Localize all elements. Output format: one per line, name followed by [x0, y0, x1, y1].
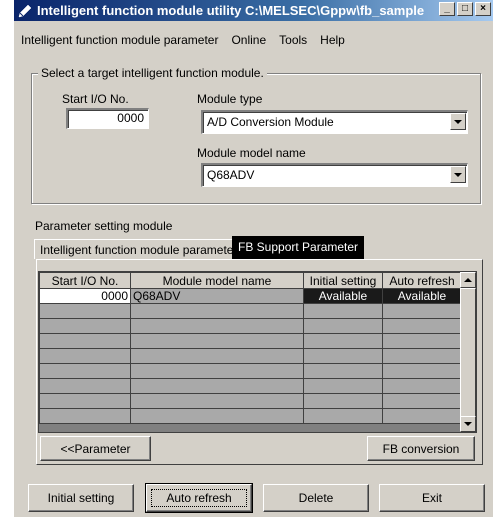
cell-start-io[interactable]: 0000	[39, 288, 131, 304]
column-header-module-model-name[interactable]: Module model name	[130, 272, 304, 289]
chevron-up-icon	[464, 278, 472, 282]
cell-auto-refresh[interactable]	[382, 363, 462, 379]
scroll-thumb[interactable]	[460, 288, 476, 418]
table-row[interactable]	[39, 393, 462, 409]
cell-auto-refresh[interactable]	[382, 318, 462, 334]
cell-module-model-name[interactable]	[130, 303, 304, 319]
initial-setting-button[interactable]: Initial setting	[28, 484, 134, 512]
cell-module-model-name[interactable]	[130, 333, 304, 349]
table-row[interactable]	[39, 333, 462, 349]
cell-auto-refresh[interactable]	[382, 393, 462, 409]
cell-auto-refresh[interactable]	[382, 408, 462, 424]
close-button[interactable]: ×	[475, 2, 491, 16]
cell-start-io[interactable]	[39, 408, 131, 424]
cell-auto-refresh[interactable]	[382, 333, 462, 349]
chevron-down-icon	[464, 422, 472, 426]
cell-start-io[interactable]	[39, 303, 131, 319]
chevron-down-icon	[454, 119, 462, 124]
module-type-label: Module type	[197, 92, 263, 106]
cell-module-model-name[interactable]	[130, 393, 304, 409]
module-type-value: A/D Conversion Module	[207, 115, 334, 129]
menu-intelligent-function-module-parameter[interactable]: Intelligent function module parameter	[14, 33, 224, 47]
auto-refresh-button[interactable]: Auto refresh	[145, 483, 253, 513]
table-row[interactable]	[39, 378, 462, 394]
window-title: Intelligent function module utility C:\M…	[37, 3, 425, 18]
auto-refresh-label: Auto refresh	[151, 489, 247, 507]
delete-button[interactable]: Delete	[263, 484, 369, 512]
cell-initial-setting[interactable]	[303, 348, 383, 364]
title-bar[interactable]: Intelligent function module utility C:\M…	[14, 0, 493, 21]
menu-help[interactable]: Help	[313, 33, 351, 47]
module-type-dropdown-button[interactable]	[450, 113, 466, 130]
grid-vertical-scrollbar[interactable]	[460, 272, 476, 432]
start-io-input[interactable]: 0000	[66, 108, 149, 129]
cell-start-io[interactable]	[39, 363, 131, 379]
cell-initial-setting[interactable]	[303, 393, 383, 409]
column-header-start-io[interactable]: Start I/O No.	[39, 272, 131, 289]
cell-start-io[interactable]	[39, 378, 131, 394]
parameter-back-button[interactable]: <<Parameter	[40, 436, 151, 461]
table-row[interactable]: 0000 Q68ADV Available Available	[39, 288, 462, 304]
tab-fb-support-parameter[interactable]: FB Support Parameter	[232, 236, 365, 259]
cell-module-model-name[interactable]: Q68ADV	[130, 288, 304, 304]
cell-initial-setting[interactable]: Available	[303, 288, 383, 304]
cell-initial-setting[interactable]	[303, 363, 383, 379]
scroll-down-button[interactable]	[460, 416, 476, 432]
cell-start-io[interactable]	[39, 333, 131, 349]
start-io-label: Start I/O No.	[62, 92, 129, 106]
cell-initial-setting[interactable]	[303, 408, 383, 424]
menu-bar: Intelligent function module parameter On…	[14, 31, 493, 49]
minimize-button[interactable]: _	[439, 2, 455, 16]
tab-intelligent-function-module-parameter[interactable]: Intelligent function module parameter	[34, 239, 244, 259]
menu-tools[interactable]: Tools	[272, 33, 313, 47]
utility-window: Intelligent function module utility C:\M…	[14, 0, 493, 517]
column-header-auto-refresh[interactable]: Auto refresh	[382, 272, 462, 289]
module-grid: Start I/O No. Module model name Initial …	[38, 271, 477, 433]
chevron-down-icon	[454, 172, 462, 177]
scroll-up-button[interactable]	[460, 272, 476, 288]
cell-auto-refresh[interactable]	[382, 378, 462, 394]
target-module-group-legend: Select a target intelligent function mod…	[38, 66, 267, 80]
cell-start-io[interactable]	[39, 393, 131, 409]
minimize-icon: _	[444, 3, 450, 14]
cell-auto-refresh[interactable]	[382, 348, 462, 364]
cell-initial-setting[interactable]	[303, 333, 383, 349]
grid-header-row: Start I/O No. Module model name Initial …	[39, 272, 462, 289]
model-name-select[interactable]: Q68ADV	[201, 163, 468, 187]
model-name-dropdown-button[interactable]	[450, 166, 466, 183]
table-row[interactable]	[39, 363, 462, 379]
column-header-initial-setting[interactable]: Initial setting	[303, 272, 383, 289]
cell-initial-setting[interactable]	[303, 303, 383, 319]
exit-button[interactable]: Exit	[379, 484, 485, 512]
model-name-label: Module model name	[197, 146, 306, 160]
menu-online[interactable]: Online	[224, 33, 272, 47]
module-type-select[interactable]: A/D Conversion Module	[201, 110, 468, 134]
cell-initial-setting[interactable]	[303, 378, 383, 394]
close-icon: ×	[480, 3, 486, 14]
pencil-icon	[18, 4, 32, 17]
cell-start-io[interactable]	[39, 318, 131, 334]
cell-module-model-name[interactable]	[130, 378, 304, 394]
table-row[interactable]	[39, 348, 462, 364]
cell-start-io[interactable]	[39, 348, 131, 364]
table-row[interactable]	[39, 318, 462, 334]
parameter-setting-module-label: Parameter setting module	[35, 219, 173, 233]
maximize-icon: □	[461, 3, 469, 14]
cell-auto-refresh[interactable]	[382, 303, 462, 319]
cell-module-model-name[interactable]	[130, 408, 304, 424]
cell-initial-setting[interactable]	[303, 318, 383, 334]
cell-auto-refresh[interactable]: Available	[382, 288, 462, 304]
cell-module-model-name[interactable]	[130, 348, 304, 364]
cell-module-model-name[interactable]	[130, 363, 304, 379]
model-name-value: Q68ADV	[207, 168, 255, 182]
maximize-button[interactable]: □	[457, 2, 473, 16]
table-row[interactable]	[39, 303, 462, 319]
cell-module-model-name[interactable]	[130, 318, 304, 334]
table-row[interactable]	[39, 408, 462, 424]
fb-conversion-button[interactable]: FB conversion	[367, 436, 475, 461]
